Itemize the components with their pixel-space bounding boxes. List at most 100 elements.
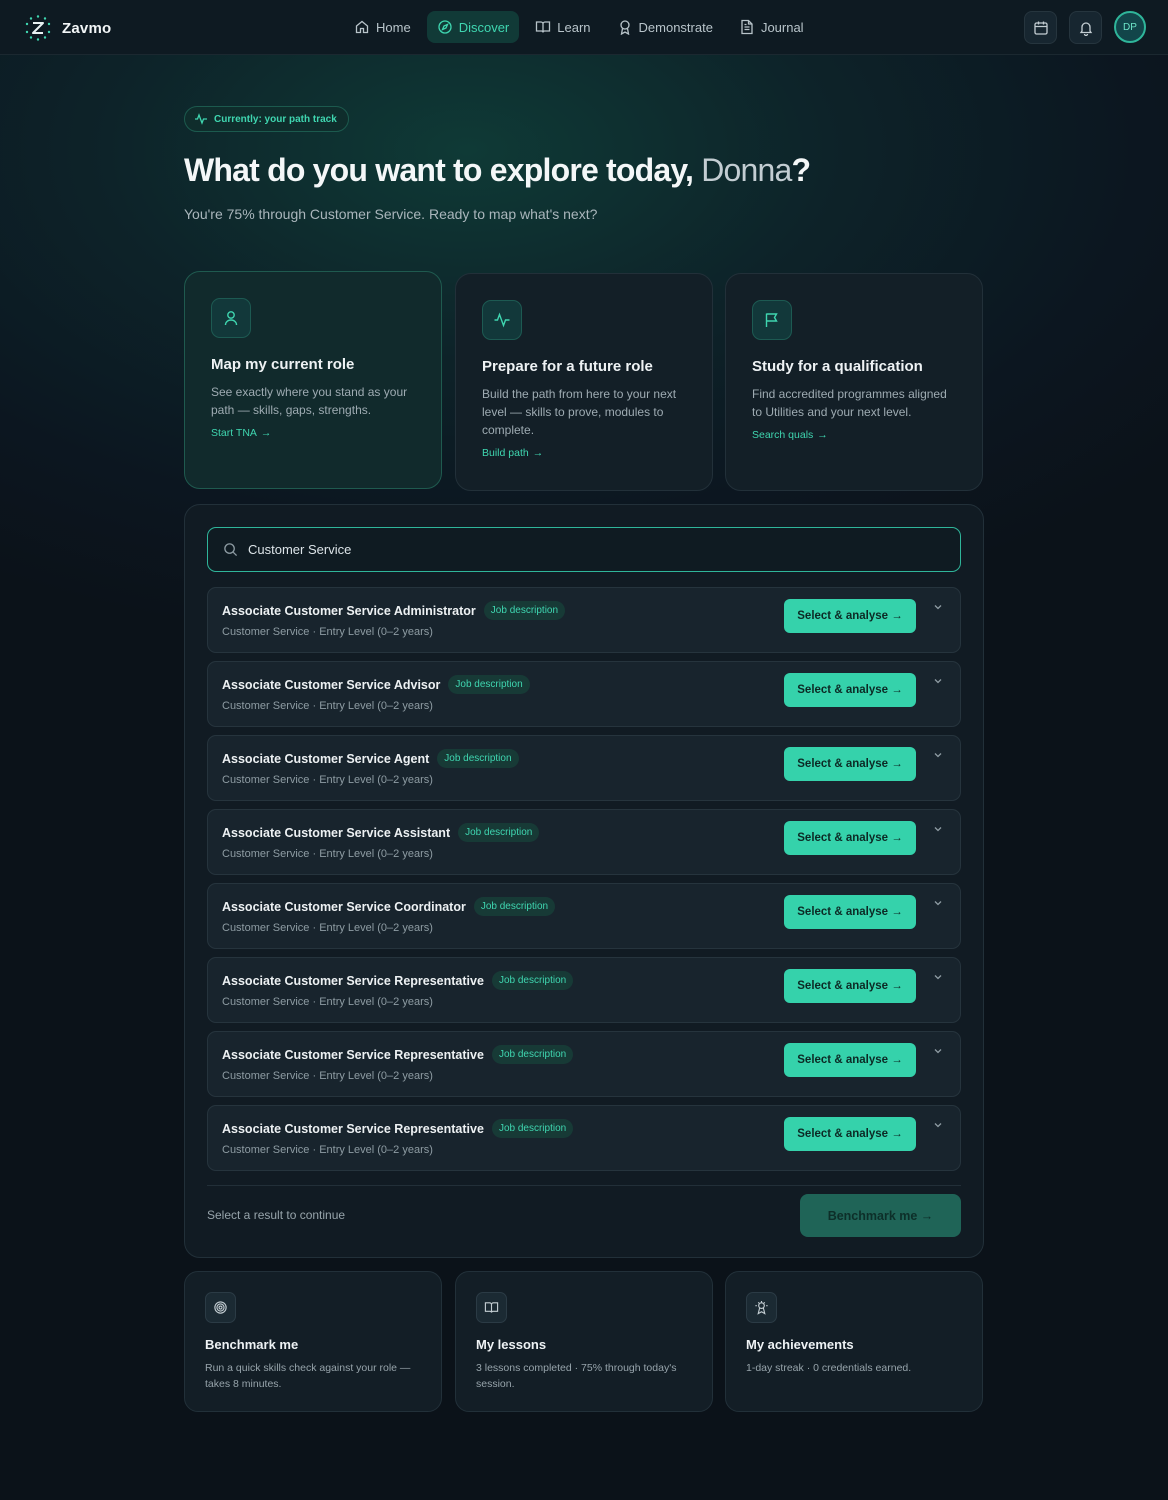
result-title-line: Associate Customer Service Coordinator Jo… [222, 897, 556, 916]
result-title-line: Associate Customer Service Representativ… [222, 971, 574, 990]
job-description-badge[interactable]: Job description [437, 749, 519, 768]
result-title-line: Associate Customer Service Advisor Job de… [222, 675, 530, 694]
option-card-map-current-role[interactable]: Map my current role See exactly where yo… [184, 271, 442, 489]
result-meta: Customer Service · Entry Level (0–2 year… [222, 1144, 433, 1156]
job-description-badge[interactable]: Job description [491, 971, 574, 990]
quick-card-description: 3 lessons completed · 75% through today'… [476, 1362, 677, 1390]
quick-card-title: My achievements [746, 1337, 854, 1352]
brand[interactable]: Zavmo [24, 14, 111, 42]
activity-icon [195, 113, 207, 125]
job-description-badge[interactable]: Job description [491, 1119, 574, 1138]
option-title: Map my current role [211, 356, 355, 373]
result-title: Associate Customer Service Representativ… [222, 1047, 484, 1062]
job-description-badge[interactable]: Job description [483, 601, 566, 620]
chevron-down-icon[interactable] [932, 749, 944, 761]
zavmo-logo-icon [25, 15, 51, 41]
result-row[interactable]: Associate Customer Service Representativ… [207, 957, 961, 1023]
select-analyse-button[interactable]: Select & analyse → [784, 895, 916, 929]
result-title-line: Associate Customer Service Representativ… [222, 1119, 574, 1138]
result-title-line: Associate Customer Service Agent Job desc… [222, 749, 519, 768]
job-description-badge[interactable]: Job description [458, 823, 540, 842]
result-row[interactable]: Associate Customer Service Coordinator Jo… [207, 883, 961, 949]
select-analyse-button[interactable]: Select & analyse → [784, 747, 916, 781]
brand-name: Zavmo [62, 19, 112, 37]
start-tna-link[interactable]: Start TNA → [211, 427, 415, 439]
select-analyse-button[interactable]: Select & analyse → [784, 821, 916, 855]
search-quals-link[interactable]: Search quals → [752, 429, 956, 441]
result-title: Associate Customer Service Coordinator [222, 899, 466, 914]
result-meta: Customer Service · Entry Level (0–2 year… [222, 922, 433, 934]
nav-item-discover[interactable]: Discover [426, 11, 520, 43]
quick-card-title: Benchmark me [205, 1337, 299, 1352]
option-icon-wrap [211, 298, 251, 338]
medal-icon [755, 1300, 768, 1315]
chevron-down-icon[interactable] [932, 601, 944, 613]
result-title: Associate Customer Service Administrator [222, 603, 476, 618]
result-meta: Customer Service · Entry Level (0–2 year… [222, 996, 433, 1008]
result-meta: Customer Service · Entry Level (0–2 year… [222, 1070, 433, 1082]
select-analyse-button[interactable]: Select & analyse → [784, 1117, 916, 1151]
nav-item-learn[interactable]: Learn [525, 11, 600, 43]
search-input[interactable] [248, 542, 928, 557]
quick-card-lessons[interactable]: My lessons 3 lessons completed · 75% thr… [455, 1271, 713, 1412]
select-analyse-button[interactable]: Select & analyse → [784, 969, 916, 1003]
result-title-line: Associate Customer Service Administrator… [222, 601, 566, 620]
quick-card-achievements[interactable]: My achievements 1-day streak · 0 credent… [725, 1271, 983, 1412]
result-title: Associate Customer Service Advisor [222, 677, 441, 692]
bell-icon [1079, 21, 1092, 36]
nav-item-label: Journal [760, 19, 804, 35]
result-row[interactable]: Associate Customer Service Representativ… [207, 1105, 961, 1171]
activity-icon [494, 312, 510, 328]
nav-item-label: Demonstrate [638, 19, 713, 35]
job-description-badge[interactable]: Job description [448, 675, 530, 694]
option-description: Build the path from here to your next le… [482, 387, 677, 437]
result-row[interactable]: Associate Customer Service Agent Job desc… [207, 735, 961, 801]
main-nav: Home Discover Learn Demonstrate Journal [344, 11, 814, 43]
result-row[interactable]: Associate Customer Service Advisor Job de… [207, 661, 961, 727]
result-row[interactable]: Associate Customer Service Representativ… [207, 1031, 961, 1097]
nav-item-journal[interactable]: Journal [729, 11, 814, 43]
benchmark-me-button[interactable]: Benchmark me → [800, 1194, 961, 1237]
chevron-down-icon[interactable] [932, 823, 944, 835]
chevron-down-icon[interactable] [932, 897, 944, 909]
select-analyse-button[interactable]: Select & analyse → [784, 1043, 916, 1077]
chevron-down-icon[interactable] [932, 1045, 944, 1057]
search-box[interactable] [207, 527, 961, 572]
panel-footer: Select a result to continue Benchmark me… [207, 1185, 961, 1237]
quick-card-icon-wrap [476, 1292, 507, 1323]
file-text-icon [741, 19, 753, 35]
chevron-down-icon[interactable] [932, 1119, 944, 1131]
option-link-label: Build path [482, 447, 529, 459]
build-path-link[interactable]: Build path → [482, 447, 686, 459]
result-title: Associate Customer Service Representativ… [222, 973, 484, 988]
chevron-down-icon[interactable] [932, 971, 944, 983]
select-analyse-button[interactable]: Select & analyse → [784, 599, 916, 633]
book-open-icon [484, 1302, 499, 1313]
title-suffix: ? [791, 152, 812, 188]
avatar[interactable]: DP [1114, 11, 1146, 43]
nav-item-home[interactable]: Home [344, 11, 421, 43]
option-link-label: Search quals [752, 429, 814, 441]
chevron-down-icon[interactable] [932, 675, 944, 687]
user-icon [224, 311, 238, 326]
result-row[interactable]: Associate Customer Service Assistant Job … [207, 809, 961, 875]
role-search-panel: Associate Customer Service Administrator… [184, 504, 984, 1258]
job-description-badge[interactable]: Job description [491, 1045, 574, 1064]
notifications-button[interactable] [1069, 11, 1102, 44]
result-meta: Customer Service · Entry Level (0–2 year… [222, 700, 433, 712]
result-meta: Customer Service · Entry Level (0–2 year… [222, 848, 433, 860]
select-analyse-button[interactable]: Select & analyse → [784, 673, 916, 707]
option-card-qualification[interactable]: Study for a qualification Find accredite… [725, 273, 983, 491]
job-description-badge[interactable]: Job description [473, 897, 556, 916]
quick-card-title: My lessons [476, 1337, 547, 1352]
nav-item-demonstrate[interactable]: Demonstrate [607, 11, 723, 43]
option-description: Find accredited programmes aligned to Ut… [752, 387, 947, 419]
option-card-future-role[interactable]: Prepare for a future role Build the path… [455, 273, 713, 491]
calendar-button[interactable] [1024, 11, 1057, 44]
arrow-right-icon: → [532, 447, 544, 459]
quick-card-benchmark[interactable]: Benchmark me Run a quick skills check ag… [184, 1271, 442, 1412]
nav-item-label: Learn [557, 19, 591, 35]
page-title: What do you want to explore today, Donna… [184, 152, 812, 189]
result-row[interactable]: Associate Customer Service Administrator… [207, 587, 961, 653]
search-icon [224, 543, 238, 557]
